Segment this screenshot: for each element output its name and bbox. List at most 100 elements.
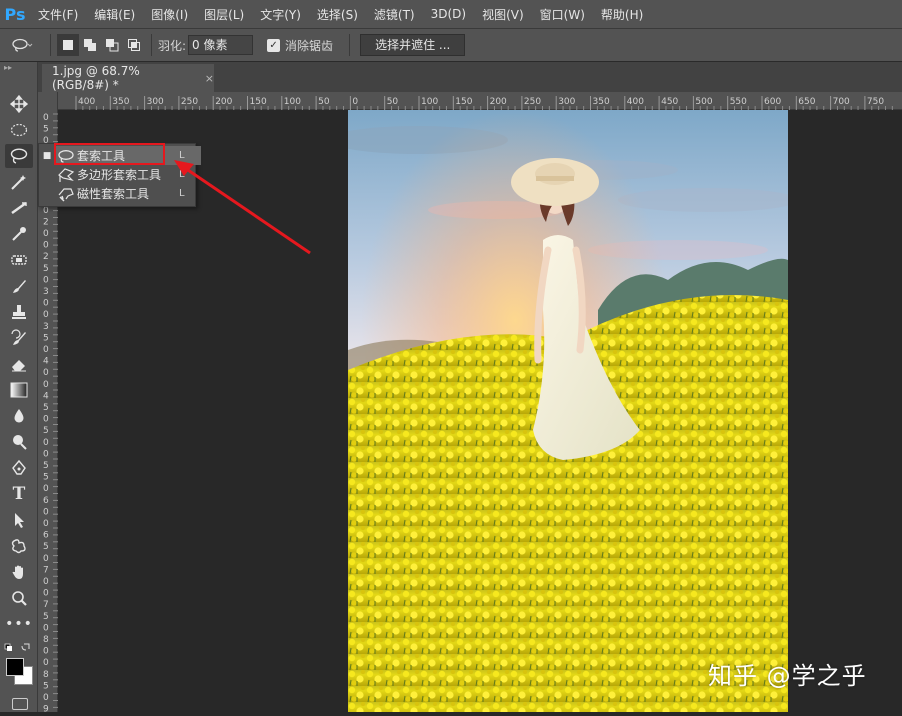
collapse-icon[interactable]: ▸▸ <box>0 62 37 74</box>
flyout-item-magnetic-lasso[interactable]: 磁性套索工具 L <box>39 184 195 203</box>
menu-view[interactable]: 视图(V) <box>474 6 532 23</box>
menu-image[interactable]: 图像(I) <box>143 6 196 23</box>
intersect-selection-icon <box>128 39 140 51</box>
close-tab-icon[interactable]: × <box>205 72 214 85</box>
horizontal-ruler[interactable]: 400 350 300 250 200 150 100 50 0 50 100 150 200 250 30… <box>58 92 902 110</box>
ruler-label: 3 <box>43 322 49 332</box>
ruler-label: 400 <box>627 97 644 107</box>
gradient-tool[interactable] <box>5 378 33 402</box>
photoshop-logo: Ps <box>4 4 26 24</box>
ruler-label: 0 <box>43 206 49 216</box>
magic-wand-tool[interactable] <box>5 170 33 194</box>
select-and-mask-button[interactable]: 选择并遮住 ... <box>360 34 466 56</box>
eyedropper-tool[interactable] <box>5 222 33 246</box>
menu-layer[interactable]: 图层(L) <box>196 6 252 23</box>
ruler-label: 0 <box>352 97 358 107</box>
ruler-label: 400 <box>78 97 95 107</box>
history-brush-tool[interactable] <box>5 326 33 350</box>
brush-tool[interactable] <box>5 274 33 298</box>
separator <box>349 34 351 56</box>
flyout-item-polygonal-lasso[interactable]: 多边形套索工具 L <box>39 165 195 184</box>
type-tool[interactable]: T <box>5 482 33 506</box>
hand-tool[interactable] <box>5 560 33 584</box>
intersect-selection-button[interactable] <box>123 34 145 56</box>
ruler-label: 350 <box>593 97 610 107</box>
ruler-label: 0 <box>43 113 49 123</box>
ruler-label: 0 <box>43 368 49 378</box>
menu-edit[interactable]: 编辑(E) <box>86 6 143 23</box>
new-selection-button[interactable] <box>57 34 79 56</box>
ruler-label: 0 <box>43 380 49 390</box>
ruler-label: 0 <box>43 484 49 494</box>
healing-brush-tool[interactable] <box>5 248 33 272</box>
custom-shape-tool[interactable] <box>5 534 33 558</box>
blur-tool[interactable] <box>5 404 33 428</box>
ruler-label: 300 <box>147 97 164 107</box>
antialias-label: 消除锯齿 <box>285 38 334 53</box>
healing-brush-icon <box>11 255 27 265</box>
ruler-label: 550 <box>730 97 747 107</box>
eraser-tool[interactable] <box>5 352 33 376</box>
lasso-icon <box>12 38 33 52</box>
menu-type[interactable]: 文字(Y) <box>252 6 309 23</box>
menu-window[interactable]: 窗口(W) <box>532 6 593 23</box>
subtract-selection-button[interactable] <box>101 34 123 56</box>
zoom-tool[interactable] <box>5 586 33 610</box>
ruler-label: 0 <box>43 299 49 309</box>
ruler-label: 700 <box>833 97 850 107</box>
menu-select[interactable]: 选择(S) <box>309 6 366 23</box>
clone-stamp-tool[interactable] <box>5 300 33 324</box>
path-selection-tool[interactable] <box>5 508 33 532</box>
ruler-label: 0 <box>43 310 49 320</box>
annotation-highlight-box <box>54 143 165 165</box>
tool-preset-picker[interactable] <box>0 37 44 53</box>
menu-3d[interactable]: 3D(D) <box>423 7 474 21</box>
move-tool[interactable] <box>5 92 33 116</box>
ruler-label: 8 <box>43 670 49 680</box>
lasso-icon <box>10 148 28 164</box>
ruler-label: 5 <box>43 461 49 471</box>
ruler-label: 50 <box>318 97 330 107</box>
ruler-label: 750 <box>867 97 884 107</box>
ruler-label: 5 <box>43 333 49 343</box>
ruler-label: 5 <box>43 264 49 274</box>
menu-file[interactable]: 文件(F) <box>30 6 86 23</box>
ruler-label: 0 <box>43 589 49 599</box>
quick-mask-icon[interactable] <box>12 698 28 710</box>
ruler-label: 8 <box>43 635 49 645</box>
pen-tool[interactable] <box>5 456 33 480</box>
shortcut-key: L <box>179 169 185 180</box>
color-picker-swatches[interactable] <box>6 658 33 685</box>
antialias-checkbox[interactable]: ✓ <box>267 38 281 52</box>
eyedropper-icon <box>12 227 26 241</box>
dodge-tool[interactable] <box>5 430 33 454</box>
crop-tool[interactable] <box>5 196 33 220</box>
ruler-label: 0 <box>43 415 49 425</box>
swap-colors-icon <box>4 643 30 651</box>
hand-icon <box>12 565 23 579</box>
document-title: 1.jpg @ 68.7%(RGB/8#) * <box>52 64 140 92</box>
clone-stamp-icon <box>12 305 26 319</box>
ruler-label: 0 <box>43 507 49 517</box>
color-swap-controls[interactable] <box>4 640 34 654</box>
menu-help[interactable]: 帮助(H) <box>593 6 651 23</box>
lasso-tool[interactable] <box>5 144 33 168</box>
feather-input[interactable]: 0 像素 <box>188 35 254 55</box>
zoom-icon <box>12 591 27 606</box>
foreground-color-swatch[interactable] <box>6 658 24 676</box>
document-tab[interactable]: 1.jpg @ 68.7%(RGB/8#) * × <box>42 64 214 92</box>
ruler-label: 7 <box>43 600 49 610</box>
ruler-label: 250 <box>524 97 541 107</box>
ruler-label: 0 <box>43 275 49 285</box>
menu-filter[interactable]: 滤镜(T) <box>366 6 423 23</box>
ruler-label: 100 <box>284 97 301 107</box>
separator <box>50 34 51 56</box>
marquee-icon <box>10 123 28 137</box>
add-selection-button[interactable] <box>79 34 101 56</box>
ruler-label: 350 <box>112 97 129 107</box>
document-image[interactable] <box>348 110 788 712</box>
edit-toolbar-button[interactable]: ••• <box>5 612 33 636</box>
path-selection-icon <box>15 513 24 528</box>
ruler-label: 100 <box>421 97 438 107</box>
marquee-tool[interactable] <box>5 118 33 142</box>
